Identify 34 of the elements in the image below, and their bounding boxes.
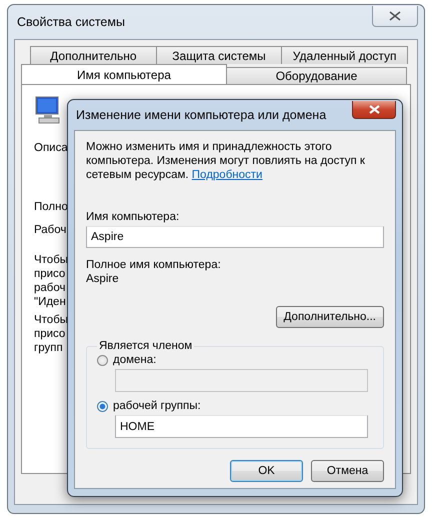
tab[interactable]: Имя компьютера	[21, 64, 227, 84]
computer-name-field[interactable]: Aspire	[86, 226, 384, 248]
truncated-text: присо	[34, 267, 66, 281]
more-button[interactable]: Дополнительно...	[276, 306, 384, 328]
truncated-text: Описа	[34, 141, 68, 155]
tab[interactable]: Защита системы	[156, 46, 282, 64]
tab[interactable]: Дополнительно	[30, 46, 157, 64]
close-icon	[389, 10, 401, 20]
full-name-value: Aspire	[86, 272, 119, 286]
truncated-text: Чтобы	[34, 253, 68, 267]
tab[interactable]: Оборудование	[226, 67, 407, 84]
close-button[interactable]	[352, 100, 396, 118]
input-field[interactable]: HOME	[115, 415, 368, 438]
truncated-text: Полно	[34, 200, 68, 214]
truncated-text: рабоч	[34, 281, 66, 295]
radio-button[interactable]: рабочей группы:	[97, 400, 201, 412]
truncated-text: присо	[34, 327, 66, 341]
dialog-title: Изменение имени компьютера или домена	[75, 108, 326, 122]
details-link[interactable]: Подробности	[192, 169, 262, 181]
description-text: Можно изменить имя и принадлежность этого компьютера. Изменения могут повлиять на доступ к сетевым ресурсам. Подробности	[86, 140, 366, 182]
truncated-text: "Иден	[34, 295, 66, 309]
truncated-text: Чтобы	[34, 313, 68, 327]
group-legend: Является членом	[97, 340, 194, 352]
close-button[interactable]	[372, 6, 418, 26]
dialog-button[interactable]: OK	[230, 460, 303, 482]
radio-button[interactable]: домена:	[97, 354, 156, 366]
field-label: Полное имя компьютера:	[86, 258, 221, 272]
dialog-button[interactable]: Отмена	[311, 460, 384, 482]
tab[interactable]: Удаленный доступ	[281, 46, 408, 64]
field-label: Имя компьютера:	[86, 210, 180, 224]
window-title: Свойства системы	[16, 15, 125, 29]
truncated-text: Рабоч	[34, 223, 66, 237]
truncated-text: групп	[34, 341, 63, 355]
close-icon	[368, 104, 380, 114]
